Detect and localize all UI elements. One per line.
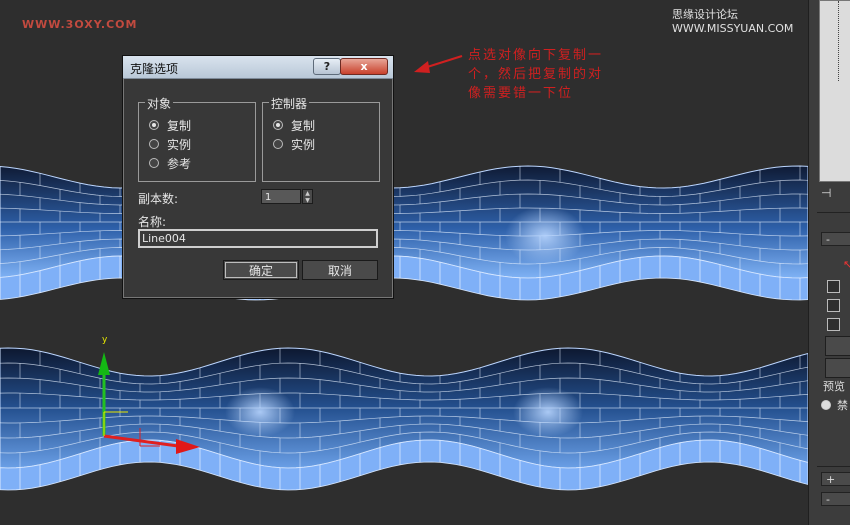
pin-icon[interactable]: ⊣ [821, 186, 831, 200]
checkbox-3[interactable] [827, 318, 840, 331]
radio-icon [149, 139, 159, 149]
annotation-text: 点选对像向下复制一个，然后把复制的对像需要错一下位 [468, 48, 604, 101]
radio-icon [273, 120, 283, 130]
radio-icon [149, 158, 159, 168]
rollout-expand-button[interactable]: + [821, 472, 850, 486]
object-group: 对象 复制 实例 参考 [138, 95, 256, 182]
controller-radio-copy[interactable]: 复制 [273, 117, 315, 133]
checkbox-1[interactable] [827, 280, 840, 293]
rollout-collapse-button[interactable]: - [821, 232, 850, 246]
ok-button[interactable]: 确定 [223, 260, 299, 280]
panel-button-1[interactable] [825, 336, 850, 356]
annotation-arrow [414, 55, 463, 73]
gizmo-y-label: y [102, 335, 108, 345]
radio-icon [273, 139, 283, 149]
clone-options-dialog: 克隆选项 ? x 对象 复制 实例 参考 控制器 复制 实例 副本数: 1 ▲ ▼… [122, 55, 394, 299]
controller-group-label: 控制器 [269, 95, 310, 112]
radio-icon [149, 120, 159, 130]
copies-field[interactable]: 1 [261, 189, 301, 204]
panel-button-2[interactable] [825, 358, 850, 378]
dialog-titlebar[interactable]: 克隆选项 ? x [123, 56, 393, 79]
preview-label: 预览 [823, 380, 845, 393]
copies-spinner[interactable]: 1 ▲ ▼ [261, 189, 313, 204]
name-input[interactable]: Line004 [138, 229, 378, 248]
preview-radio[interactable] [821, 400, 831, 410]
command-panel: ⊣ - ↖ 预览 禁 + - [808, 0, 850, 525]
close-button[interactable]: x [340, 58, 388, 75]
wave-mesh-bottom[interactable] [0, 347, 808, 491]
controller-group: 控制器 复制 实例 [262, 95, 380, 182]
dialog-title: 克隆选项 [130, 62, 179, 76]
cancel-button[interactable]: 取消 [302, 260, 378, 280]
rollout-collapse-button-2[interactable]: - [821, 492, 850, 506]
help-button[interactable]: ? [313, 58, 341, 75]
watermark-left: WWW.3OXY.COM [22, 18, 138, 31]
spinner-arrows-icon[interactable]: ▲ ▼ [302, 189, 313, 204]
object-radio-reference[interactable]: 参考 [149, 155, 191, 171]
name-label: 名称: [138, 215, 167, 229]
watermark-right: 思缘设计论坛 WWW.MISSYUAN.COM [672, 8, 794, 35]
controller-radio-instance[interactable]: 实例 [273, 136, 315, 152]
red-marker-icon: ↖ [843, 258, 850, 271]
checkbox-2[interactable] [827, 299, 840, 312]
modifier-stack-list[interactable] [819, 0, 850, 182]
preview-radio-label: 禁 [837, 399, 848, 412]
object-radio-copy[interactable]: 复制 [149, 117, 191, 133]
object-radio-instance[interactable]: 实例 [149, 136, 191, 152]
copies-label: 副本数: [138, 192, 179, 206]
object-group-label: 对象 [145, 95, 174, 112]
